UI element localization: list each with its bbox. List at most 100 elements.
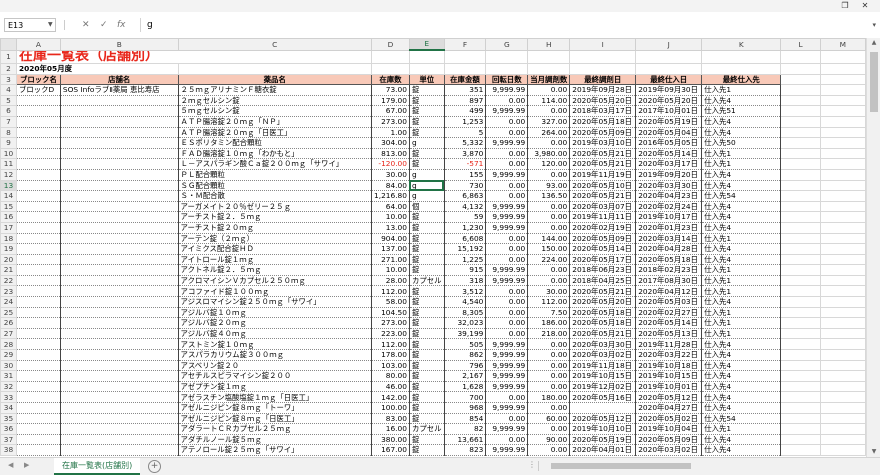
table-cell[interactable]: 仕入先4 [701, 402, 782, 414]
empty-cell[interactable] [819, 232, 866, 245]
table-cell[interactable]: 28.00 [370, 275, 410, 287]
table-cell[interactable]: 2018年02月23日 [635, 264, 703, 276]
table-cell[interactable]: 0.00 [485, 148, 529, 160]
empty-cell[interactable] [819, 147, 866, 160]
table-cell[interactable]: 1,216.80 [370, 190, 410, 202]
table-cell[interactable]: 2018年03月17日 [569, 105, 637, 117]
table-cell[interactable]: 5 [443, 127, 487, 139]
table-cell[interactable]: アストミン錠１０ｍｇ [177, 338, 372, 351]
table-cell[interactable]: 2017年08月30日 [635, 275, 703, 287]
table-cell[interactable]: ２５ｍｇアリナミンＦ糖衣錠 [177, 84, 372, 96]
table-cell[interactable]: アテノロール錠２５ｍｇ「サワイ」 [177, 444, 372, 456]
table-cell[interactable]: 2020年03月07日 [569, 201, 637, 213]
table-cell[interactable]: 9,999.99 [485, 423, 529, 435]
table-cell[interactable]: 9,999.99 [485, 338, 529, 351]
empty-cell[interactable] [780, 359, 821, 372]
table-cell[interactable]: 仕入先1 [701, 328, 782, 340]
table-cell[interactable]: 2019年11月28日 [635, 338, 703, 351]
table-cell[interactable]: 錠 [408, 444, 445, 456]
table-cell[interactable]: 137.00 [370, 243, 410, 255]
table-cell[interactable]: 仕入先4 [701, 434, 782, 446]
cell-block[interactable] [15, 190, 61, 202]
table-cell[interactable]: 112.00 [527, 296, 571, 308]
table-cell[interactable]: 823 [443, 444, 487, 456]
table-cell[interactable]: 9,999.99 [485, 381, 529, 393]
cell-store[interactable] [59, 95, 179, 107]
empty-cell[interactable] [780, 264, 821, 276]
empty-cell[interactable] [819, 137, 866, 149]
table-cell[interactable]: 59 [443, 211, 487, 223]
table-cell[interactable]: ＦＡＤ腸溶錠１０ｍｇ「わかもと」 [177, 148, 372, 160]
table-cell[interactable]: 2020年05月19日 [569, 434, 637, 446]
table-cell[interactable]: 6,863 [443, 190, 487, 202]
scroll-thumb[interactable] [870, 52, 878, 112]
column-title[interactable]: 在庫金額 [443, 73, 487, 86]
table-cell[interactable]: 2020年03月30日 [569, 338, 637, 351]
empty-cell[interactable] [819, 296, 866, 308]
cell-block[interactable] [15, 275, 61, 287]
table-cell[interactable]: 0.00 [485, 413, 529, 425]
row-header[interactable]: 5 [0, 94, 17, 107]
table-cell[interactable]: 80.00 [370, 370, 410, 382]
column-title[interactable]: 最終仕入日 [635, 73, 703, 86]
table-cell[interactable]: アイミクス配合錠ＨＤ [177, 243, 372, 255]
table-cell[interactable]: 0.00 [527, 201, 571, 213]
table-cell[interactable]: 2020年02月27日 [635, 307, 703, 319]
table-cell[interactable]: 6,608 [443, 233, 487, 245]
table-cell[interactable]: 2019年10月15日 [635, 370, 703, 382]
empty-cell[interactable] [780, 306, 821, 319]
cell-store[interactable] [59, 201, 179, 213]
column-header[interactable]: M [819, 38, 866, 51]
table-cell[interactable]: 0.00 [527, 275, 571, 287]
table-cell[interactable]: 10.00 [370, 264, 410, 276]
table-cell[interactable]: 8,305 [443, 307, 487, 319]
table-cell[interactable]: 186.00 [527, 317, 571, 329]
table-cell[interactable] [569, 402, 637, 414]
table-cell[interactable]: 0.00 [527, 338, 571, 351]
empty-cell[interactable] [819, 115, 866, 128]
table-cell[interactable]: 2020年05月16日 [569, 391, 637, 403]
empty-cell[interactable] [819, 253, 866, 266]
table-cell[interactable]: 仕入先4 [701, 243, 782, 255]
table-cell[interactable]: 327.00 [527, 116, 571, 128]
table-cell[interactable]: 2019年09月28日 [569, 84, 637, 96]
cell-block[interactable] [15, 402, 61, 414]
table-cell[interactable]: 2020年05月14日 [635, 317, 703, 329]
table-cell[interactable]: 1,628 [443, 381, 487, 393]
empty-cell[interactable] [819, 158, 866, 170]
empty-cell[interactable] [819, 317, 866, 329]
cell-store[interactable] [59, 360, 179, 372]
cell-block[interactable]: ブロックD [15, 84, 61, 96]
table-cell[interactable]: 2020年04月23日 [635, 190, 703, 202]
table-cell[interactable]: 仕入先51 [701, 105, 782, 117]
table-cell[interactable]: 3,512 [443, 285, 487, 298]
row-header[interactable]: 32 [0, 380, 17, 393]
row-header[interactable]: 28 [0, 338, 17, 351]
table-cell[interactable]: 273.00 [370, 116, 410, 128]
column-title[interactable]: 当月調剤数 [527, 73, 571, 86]
cell-block[interactable] [15, 137, 61, 149]
row-header[interactable]: 20 [0, 253, 17, 266]
empty-cell[interactable] [780, 349, 821, 361]
table-cell[interactable]: 83.00 [370, 413, 410, 425]
empty-cell[interactable] [780, 179, 821, 192]
table-cell[interactable]: 4,132 [443, 201, 487, 213]
table-cell[interactable]: 仕入先4 [701, 254, 782, 266]
cell-block[interactable] [15, 296, 61, 308]
empty-cell[interactable] [819, 126, 866, 139]
cell-store[interactable] [59, 222, 179, 234]
row-header[interactable]: 6 [0, 105, 17, 117]
table-cell[interactable]: 0.00 [527, 211, 571, 223]
function-icon[interactable]: fx [117, 18, 126, 32]
table-cell[interactable]: 2019年03月10日 [569, 137, 637, 149]
cell-store[interactable] [59, 423, 179, 435]
empty-cell[interactable] [819, 412, 866, 425]
table-cell[interactable]: 179.00 [370, 95, 410, 107]
table-cell[interactable]: 2019年09月30日 [635, 84, 703, 96]
table-cell[interactable]: 2020年03月17日 [635, 158, 703, 170]
cell-store[interactable] [59, 328, 179, 340]
table-cell[interactable]: アゼルニジピン錠８ｍｇ「トーワ」 [177, 402, 372, 414]
table-cell[interactable]: 897 [443, 95, 487, 107]
empty-cell[interactable] [780, 94, 821, 107]
table-cell[interactable]: 100.00 [370, 402, 410, 414]
